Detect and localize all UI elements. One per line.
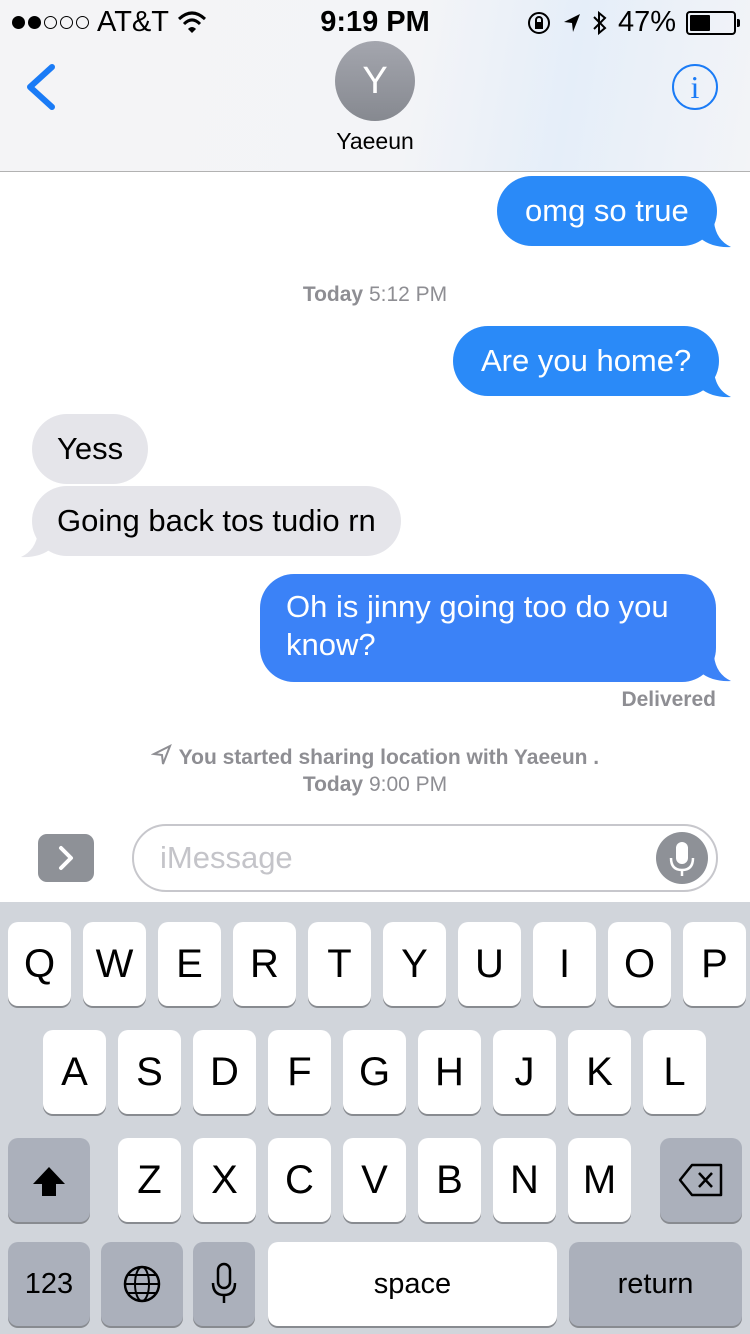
shift-icon	[33, 1167, 65, 1196]
key-w[interactable]: W	[83, 922, 146, 1006]
key-y[interactable]: Y	[383, 922, 446, 1006]
back-chevron-icon[interactable]	[22, 64, 62, 110]
key-t[interactable]: T	[308, 922, 371, 1006]
bubble-tail	[700, 656, 731, 682]
key-n[interactable]: N	[493, 1138, 556, 1222]
shift-key[interactable]	[8, 1138, 90, 1222]
key-z[interactable]: Z	[118, 1138, 181, 1222]
key-c[interactable]: C	[268, 1138, 331, 1222]
microphone-icon	[211, 1262, 237, 1303]
chevron-right-icon	[59, 846, 73, 870]
bluetooth-icon	[593, 10, 607, 35]
message-input-placeholder: iMessage	[160, 840, 293, 875]
key-b[interactable]: B	[418, 1138, 481, 1222]
dictation-button[interactable]	[656, 832, 708, 884]
key-r[interactable]: R	[233, 922, 296, 1006]
delete-icon	[678, 1163, 723, 1197]
globe-icon	[123, 1265, 161, 1303]
bubble-tail	[700, 222, 731, 248]
orientation-lock-icon	[527, 11, 550, 34]
key-e[interactable]: E	[158, 922, 221, 1006]
delete-key[interactable]	[660, 1138, 742, 1222]
battery-percent: 47%	[617, 6, 676, 38]
key-v[interactable]: V	[343, 1138, 406, 1222]
globe-key[interactable]	[101, 1242, 183, 1326]
key-l[interactable]: L	[643, 1030, 706, 1114]
status-bar: AT&T 9:19 PM 47%	[0, 0, 750, 40]
contact-avatar[interactable]: Y	[335, 41, 415, 121]
key-x[interactable]: X	[193, 1138, 256, 1222]
microphone-icon	[669, 842, 695, 876]
message-input[interactable]: iMessage	[132, 824, 718, 892]
key-i[interactable]: I	[533, 922, 596, 1006]
message-line: know?	[286, 627, 376, 662]
bubble-tail	[700, 372, 731, 398]
message-bubble-sent[interactable]: omg so true	[497, 176, 717, 246]
keyboard: 123 space return QWERTYUIOP ASDFGHJKL ZXCV…	[0, 902, 750, 1334]
key-d[interactable]: D	[193, 1030, 256, 1114]
key-h[interactable]: H	[418, 1030, 481, 1114]
key-o[interactable]: O	[608, 922, 671, 1006]
location-arrow-icon	[563, 13, 580, 32]
delivered-status: Delivered	[621, 688, 716, 711]
contact-name[interactable]: Yaeeun	[0, 128, 750, 155]
message-bubble-received[interactable]: Going back tos tudio rn	[32, 486, 401, 556]
location-arrow-icon	[150, 743, 172, 765]
key-g[interactable]: G	[343, 1030, 406, 1114]
key-m[interactable]: M	[568, 1138, 631, 1222]
numbers-key[interactable]: 123	[8, 1242, 90, 1326]
key-q[interactable]: Q	[8, 922, 71, 1006]
key-s[interactable]: S	[118, 1030, 181, 1114]
timestamp: Today 5:12 PM	[302, 283, 448, 306]
key-p[interactable]: P	[683, 922, 746, 1006]
space-key[interactable]: space	[268, 1242, 557, 1326]
dictation-key[interactable]	[193, 1242, 255, 1326]
return-key[interactable]: return	[569, 1242, 742, 1326]
message-line: Oh is jinny going too do you	[286, 589, 669, 624]
location-sharing-notice: You started sharing location with Yaeeun…	[0, 743, 750, 798]
battery-icon	[686, 10, 740, 35]
bubble-tail	[21, 532, 52, 558]
info-icon[interactable]: i	[672, 64, 718, 110]
message-bubble-sent[interactable]: Oh is jinny going too do you know?	[260, 574, 716, 682]
key-a[interactable]: A	[43, 1030, 106, 1114]
key-f[interactable]: F	[268, 1030, 331, 1114]
message-bubble-sent[interactable]: Are you home?	[453, 326, 720, 396]
message-bubble-received[interactable]: Yess	[32, 414, 149, 484]
key-u[interactable]: U	[458, 922, 521, 1006]
key-j[interactable]: J	[493, 1030, 556, 1114]
key-k[interactable]: K	[568, 1030, 631, 1114]
app-drawer-button[interactable]	[38, 834, 94, 882]
